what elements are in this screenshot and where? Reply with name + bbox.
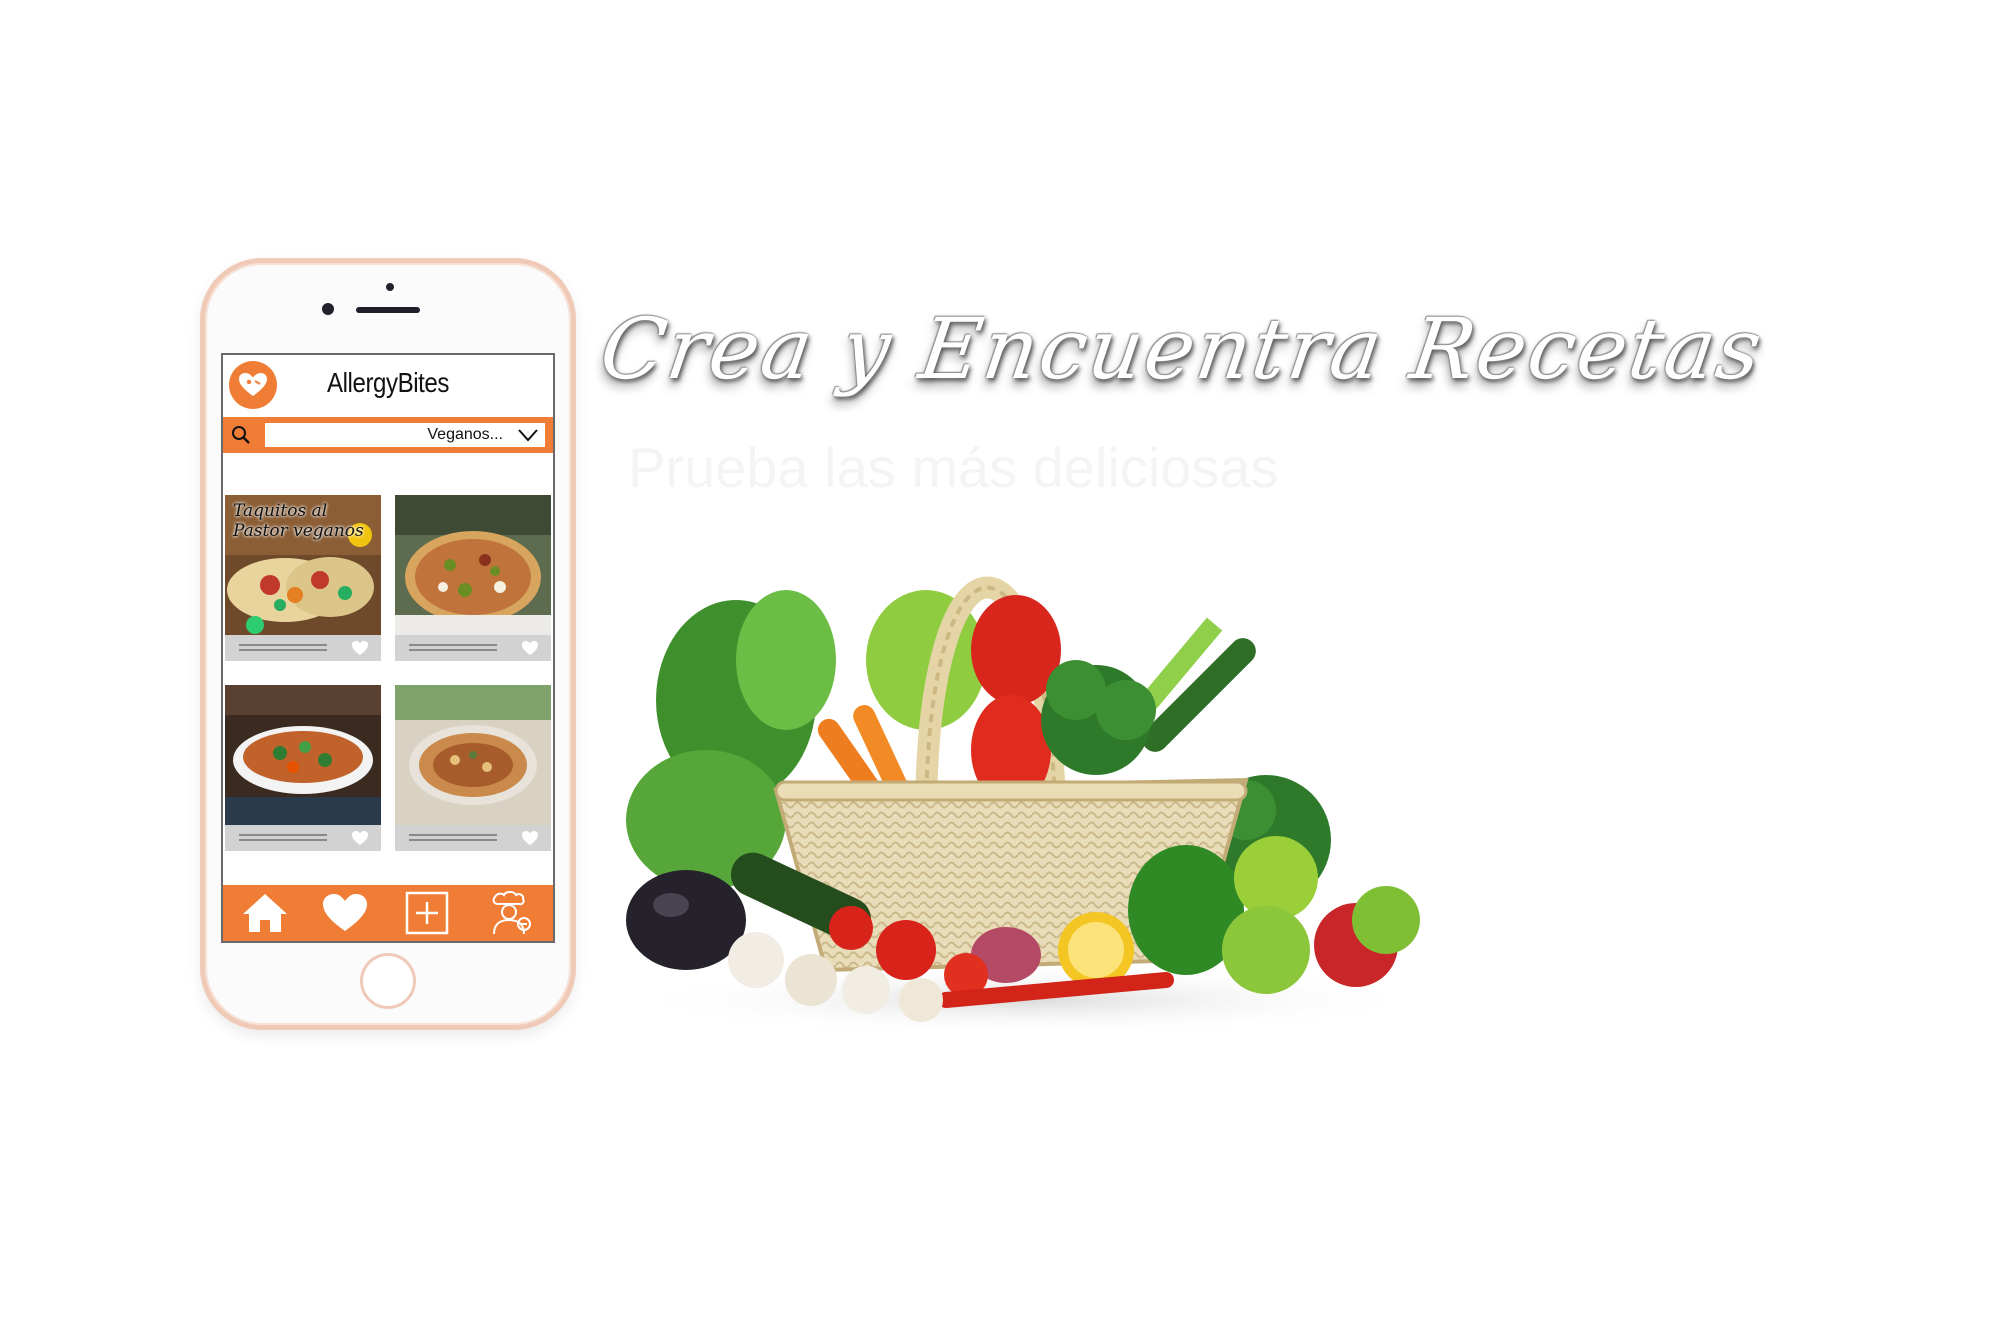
search-icon[interactable] [231,425,251,445]
tab-add-recipe[interactable] [387,885,467,941]
title-placeholder-line [239,644,327,646]
recipe-card-footer [225,635,381,661]
recipe-card[interactable]: Taquitos al Pastor veganos [225,495,381,667]
recipe-card[interactable] [395,495,551,667]
recipe-photo-pizza [395,495,551,635]
front-camera [322,303,334,315]
recipe-card-footer [395,825,551,851]
proximity-sensor [386,283,394,291]
recipe-card[interactable] [225,685,381,857]
favorite-heart-icon[interactable] [351,830,369,846]
title-placeholder-line [239,839,327,841]
recipe-photo-tacos: Taquitos al Pastor veganos [225,495,381,635]
heart-icon [323,894,367,931]
recipe-card-footer [225,825,381,851]
chef-profile-icon [492,891,531,935]
plus-square-icon [405,891,449,935]
recipe-card-footer [395,635,551,661]
app-screen: AllergyBites Veganos... Taquitos al Past… [221,353,555,943]
title-placeholder-line [409,644,497,646]
app-header: AllergyBites [223,355,553,411]
tab-favorites[interactable] [305,885,385,941]
favorite-heart-icon[interactable] [351,640,369,656]
recipe-card[interactable] [395,685,551,857]
tab-profile[interactable] [469,885,549,941]
chevron-down-icon[interactable] [517,428,539,442]
phone-mockup: AllergyBites Veganos... Taquitos al Past… [200,258,576,1030]
recipe-photo-salad [225,685,381,825]
title-placeholder-line [409,834,497,836]
recipe-overlay-title: Taquitos al Pastor veganos [233,501,364,541]
app-title: AllergyBites [327,367,449,398]
favorite-heart-icon[interactable] [521,830,539,846]
hero-subheadline: Prueba las más deliciosas [628,436,1279,499]
recipe-photo-tart [395,685,551,825]
search-bar: Veganos... [223,417,553,453]
vegetable-basket-image [626,576,1426,1036]
title-placeholder-line [239,649,327,651]
title-placeholder-line [239,834,327,836]
search-value: Veganos... [427,426,503,443]
home-icon [243,894,287,932]
favorite-heart-icon[interactable] [521,640,539,656]
title-placeholder-line [409,649,497,651]
bottom-tab-bar [223,885,553,941]
tab-home[interactable] [225,885,305,941]
earpiece-speaker [356,307,420,313]
search-select[interactable]: Veganos... [265,423,545,447]
title-placeholder-line [409,839,497,841]
phone-home-button [360,953,416,1009]
hero-headline: Crea y Encuentra Recetas [594,300,1770,398]
